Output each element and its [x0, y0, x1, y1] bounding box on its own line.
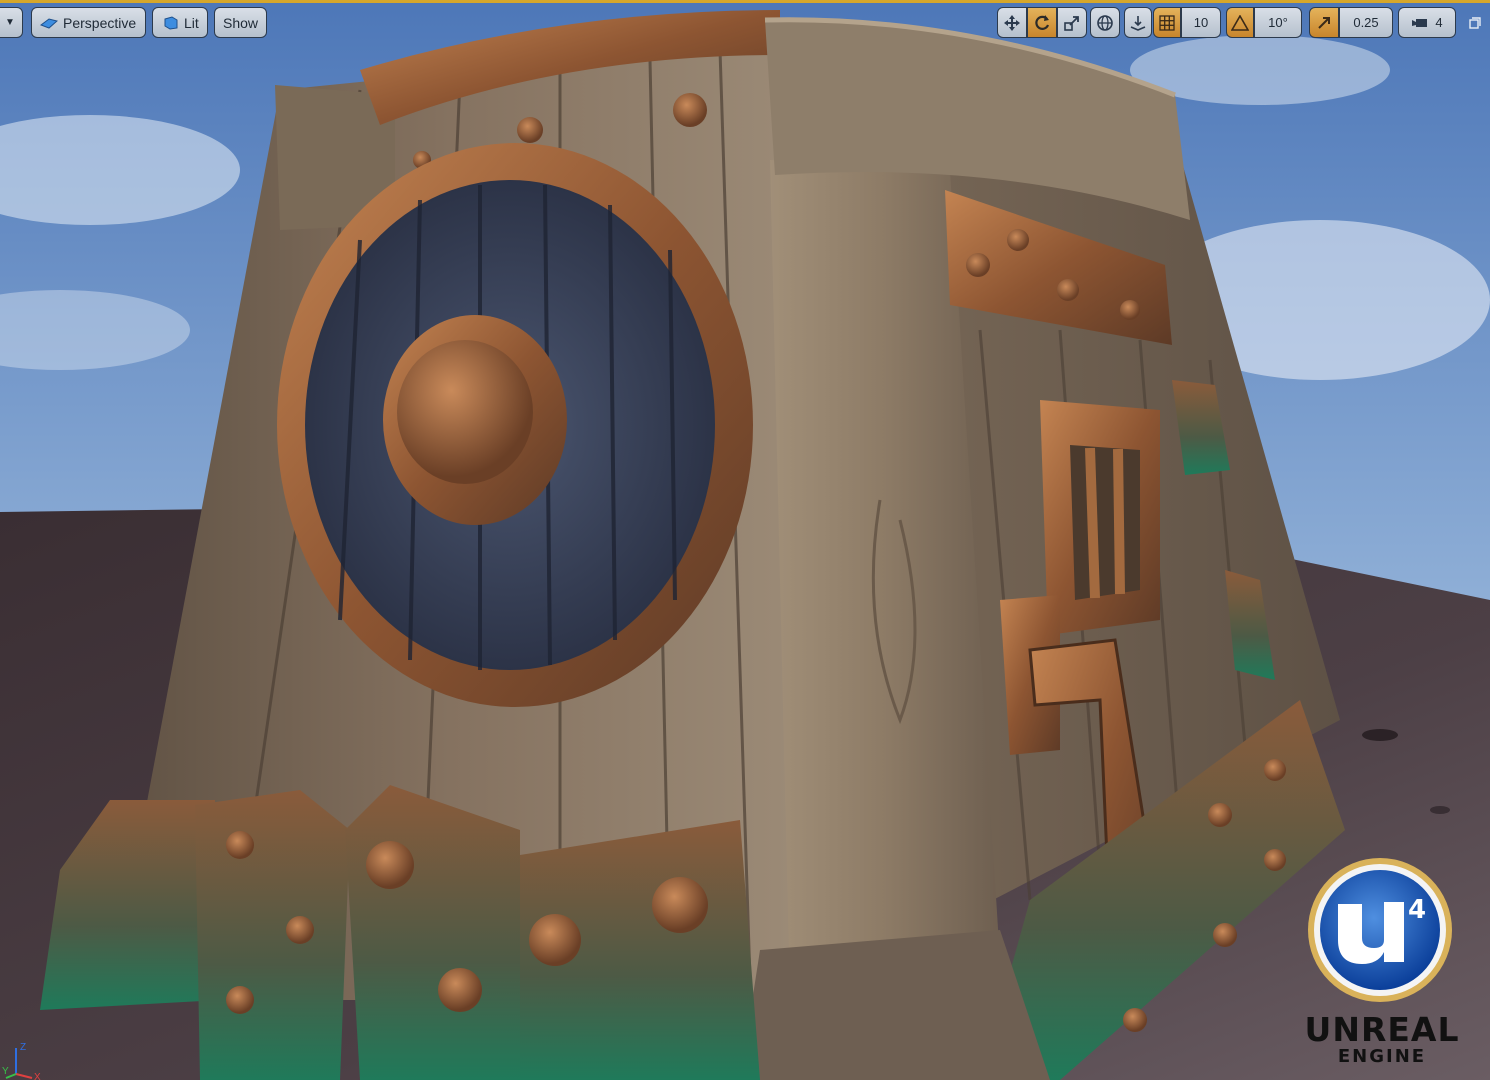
- rotation-snap-value-dropdown[interactable]: 10°: [1254, 7, 1302, 38]
- shield-prop: [277, 143, 753, 707]
- scale-mode-button[interactable]: [1057, 7, 1087, 38]
- viewport-options-menu[interactable]: ▼: [0, 7, 23, 38]
- surface-snap-icon: [1130, 15, 1146, 31]
- show-flags-label: Show: [222, 14, 259, 31]
- transform-tool-group: [997, 7, 1087, 38]
- level-viewport[interactable]: ▼ Perspective Lit Show 10 10° 0.25 4 Z X…: [0, 0, 1490, 1080]
- axis-gizmo: Z X Y: [2, 1042, 41, 1080]
- camera-speed-group: 4: [1398, 7, 1456, 38]
- scale-snap-icon: [1318, 16, 1330, 29]
- grid-snap-toggle[interactable]: [1153, 7, 1181, 38]
- lighting-mode-button[interactable]: Lit: [152, 7, 208, 38]
- rotation-snap-group: 10°: [1226, 7, 1302, 38]
- rotation-snap-value: 10°: [1268, 15, 1288, 30]
- rotation-snap-toggle[interactable]: [1226, 7, 1254, 38]
- camera-speed-value: 4: [1435, 15, 1443, 30]
- maximize-viewport-button[interactable]: [1464, 7, 1486, 38]
- grid-snap-group: 10: [1153, 7, 1221, 38]
- viewport-active-border: [0, 0, 1490, 3]
- scale-snap-value-dropdown[interactable]: 0.25: [1339, 7, 1393, 38]
- surface-snap-group: [1124, 7, 1152, 38]
- grid-snap-value-dropdown[interactable]: 10: [1181, 7, 1221, 38]
- grid-icon: [1159, 14, 1175, 31]
- view-mode-button[interactable]: Perspective: [31, 7, 146, 38]
- scene-render: [0, 0, 1490, 1080]
- scale-snap-toggle[interactable]: [1309, 7, 1339, 38]
- axis-y-label: Y: [2, 1066, 9, 1077]
- perspective-cube-icon: [40, 17, 58, 29]
- maximize-icon: [1469, 16, 1481, 29]
- angle-icon: [1231, 14, 1249, 31]
- world-local-toggle[interactable]: [1090, 7, 1120, 38]
- svg-text:4: 4: [1408, 895, 1426, 925]
- lit-sphere-icon: [164, 15, 178, 30]
- show-flags-button[interactable]: Show: [214, 7, 267, 38]
- translate-mode-button[interactable]: [997, 7, 1027, 38]
- axis-z-label: Z: [20, 1042, 26, 1053]
- chevron-down-icon: ▼: [5, 17, 15, 28]
- rotate-icon: [1035, 14, 1050, 30]
- scale-icon: [1064, 15, 1079, 31]
- view-mode-label: Perspective: [63, 14, 137, 31]
- globe-icon: [1097, 14, 1113, 31]
- rotate-mode-button[interactable]: [1027, 7, 1057, 38]
- move-arrows-icon: [1004, 14, 1020, 31]
- camera-speed-icon: [1412, 18, 1428, 27]
- grid-snap-value: 10: [1193, 15, 1209, 30]
- lighting-mode-label: Lit: [184, 14, 199, 31]
- coordinate-system-group: [1090, 7, 1120, 38]
- scale-snap-value: 0.25: [1353, 15, 1379, 30]
- scale-snap-group: 0.25: [1309, 7, 1393, 38]
- camera-speed-button[interactable]: 4: [1398, 7, 1456, 38]
- axis-x-label: X: [34, 1072, 41, 1080]
- logo-subtitle: ENGINE: [1337, 1046, 1427, 1067]
- logo-wordmark: UNREAL: [1304, 1010, 1460, 1049]
- surface-snap-button[interactable]: [1124, 7, 1152, 38]
